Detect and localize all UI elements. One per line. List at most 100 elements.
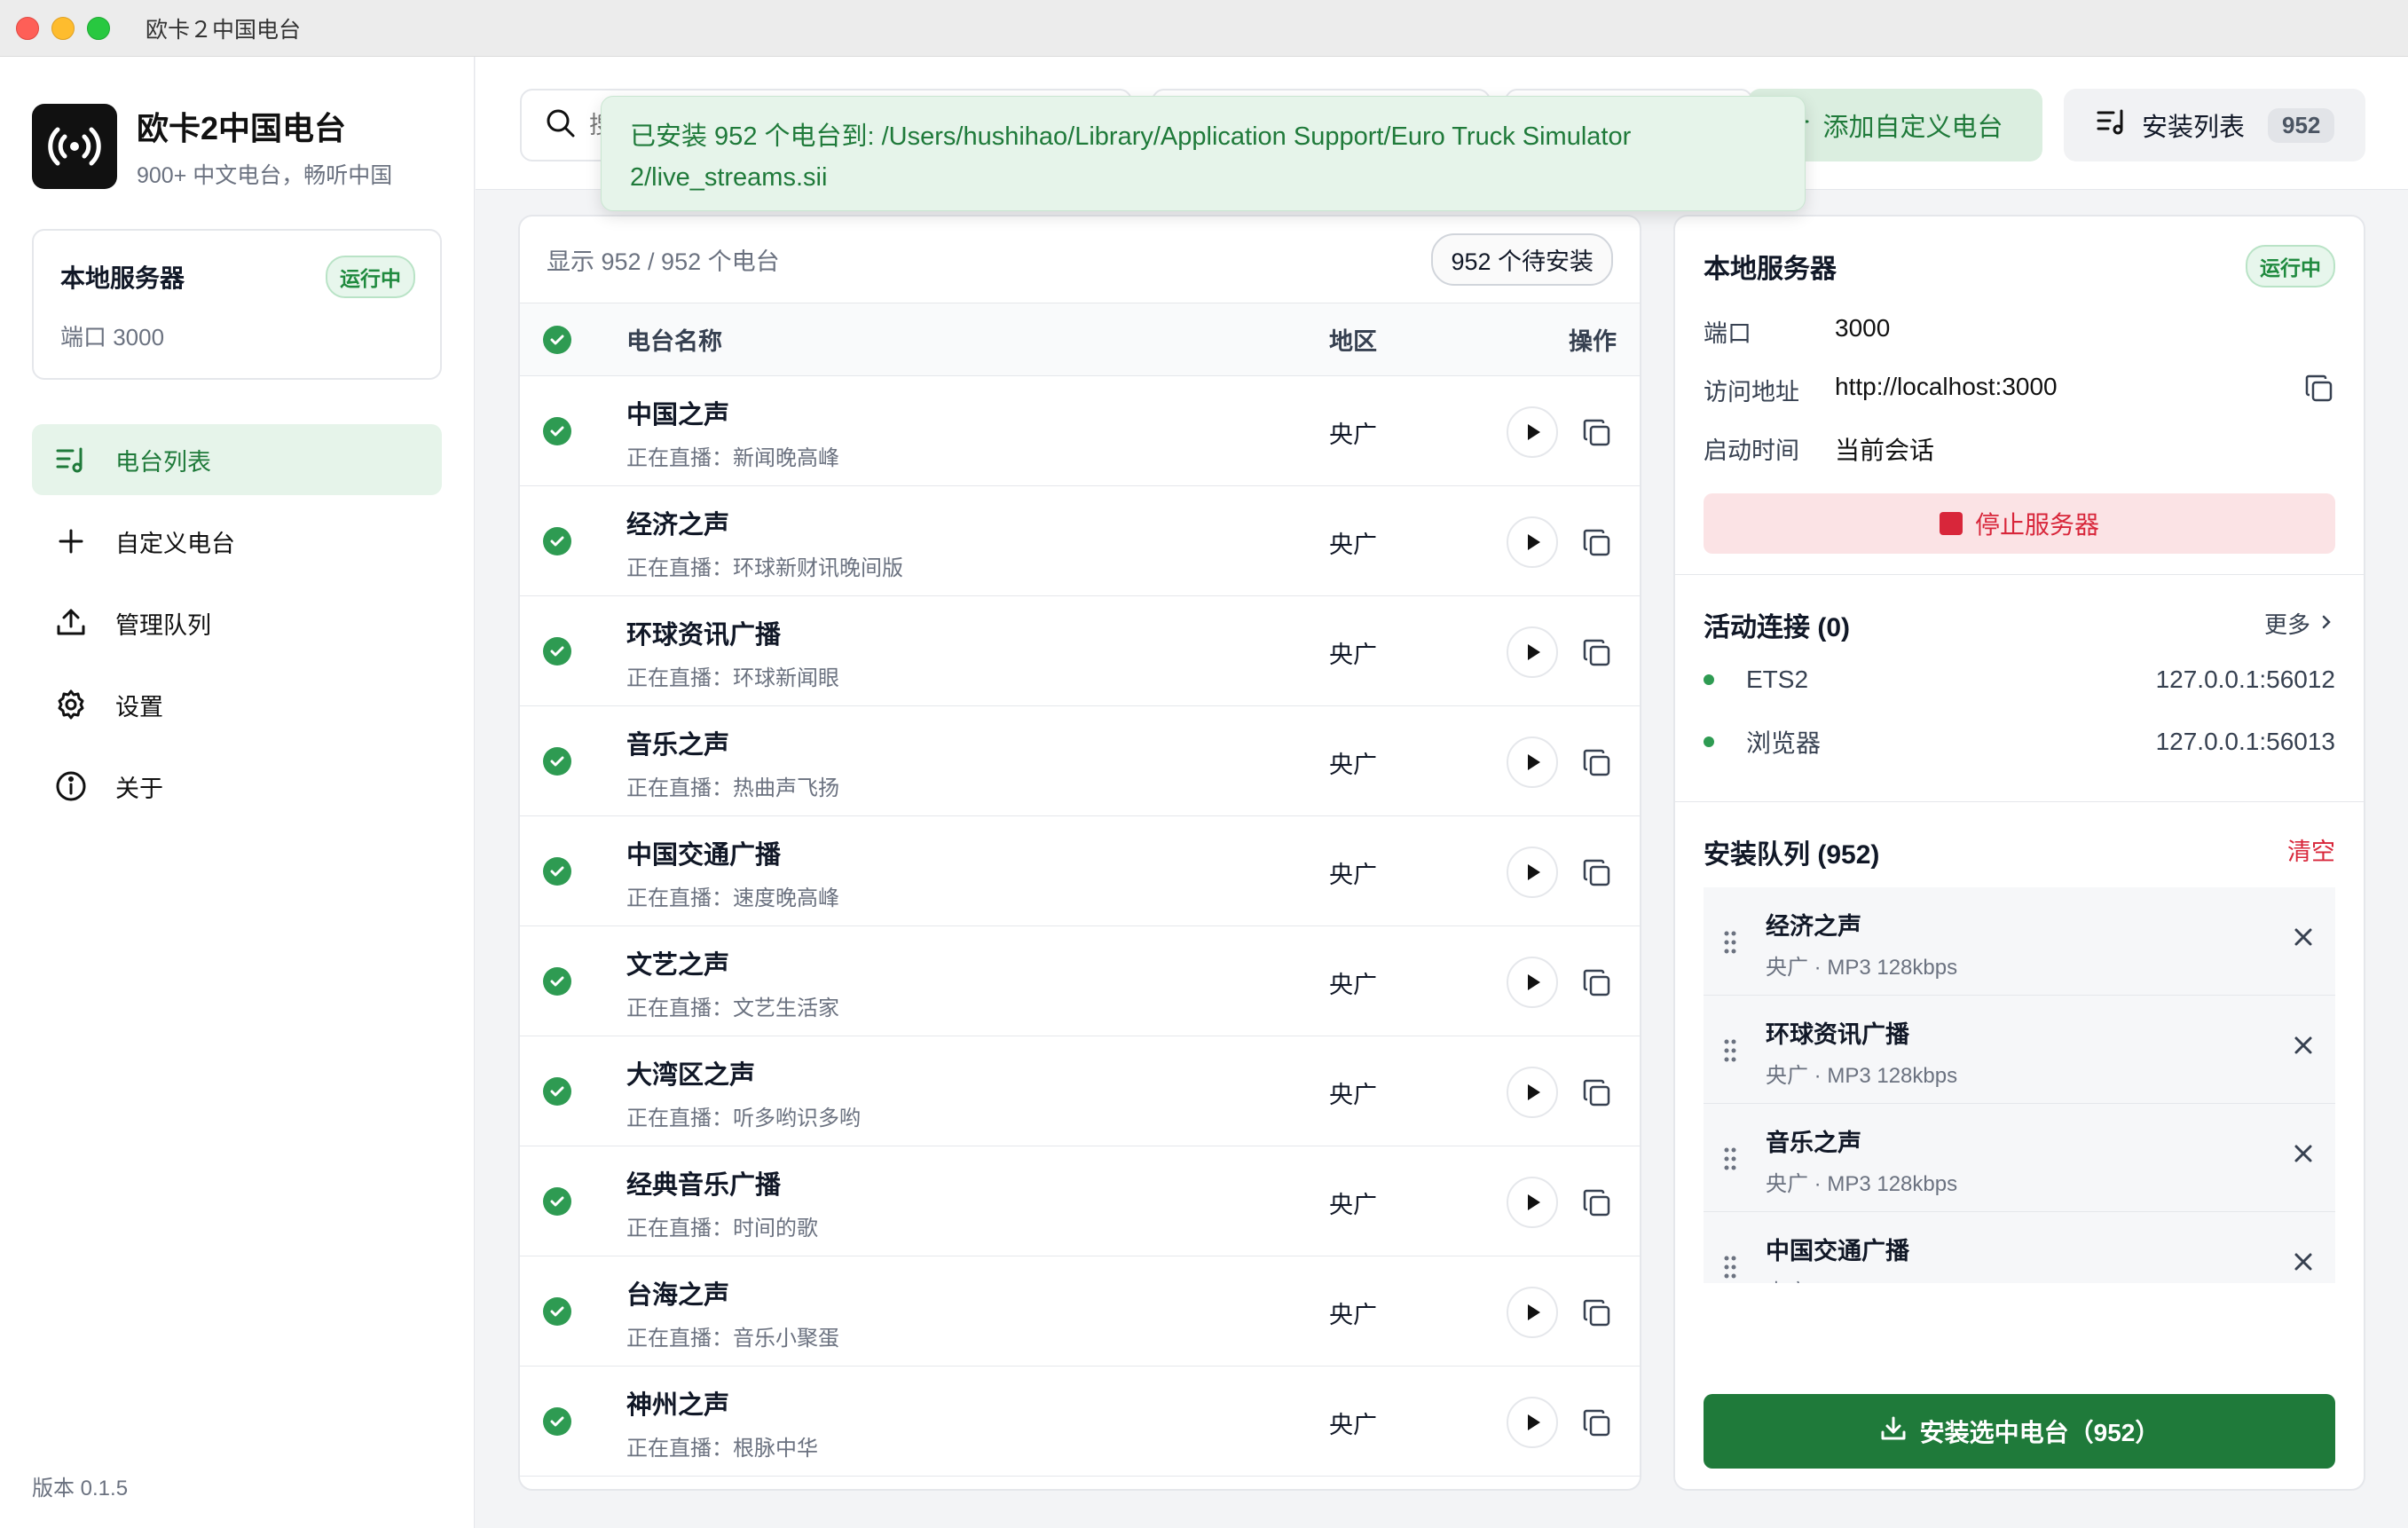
remove-icon[interactable]: [2291, 1249, 2316, 1279]
copy-icon[interactable]: [1581, 967, 1613, 999]
queue-item-meta: 央广 · MP3 128kbps: [1766, 1274, 1957, 1283]
chevron-right-icon: [2318, 610, 2335, 637]
sidebar-item-label: 自定义电台: [115, 530, 235, 557]
install-queue-panel: 安装队列 (952) 清空 经济之声 央广 · MP3 128kbps 环球资讯广播…: [1675, 802, 2364, 1489]
table-row[interactable]: 音乐之声 正在直播：热曲声飞扬 央广: [520, 706, 1640, 816]
row-checkbox[interactable]: [543, 967, 571, 996]
copy-icon[interactable]: [2303, 373, 2335, 409]
station-region: 央广: [1329, 972, 1377, 998]
row-checkbox[interactable]: [543, 1187, 571, 1216]
copy-icon[interactable]: [1581, 747, 1613, 779]
row-checkbox[interactable]: [543, 1407, 571, 1436]
copy-icon[interactable]: [1581, 1297, 1613, 1329]
play-button[interactable]: [1507, 1067, 1558, 1118]
stop-server-button[interactable]: 停止服务器: [1704, 493, 2335, 554]
drag-handle-icon[interactable]: [1723, 1255, 1737, 1283]
sidebar-item-station-list[interactable]: 电台列表: [32, 424, 442, 495]
station-region: 央广: [1329, 752, 1377, 778]
sidebar-item-about[interactable]: 关于: [32, 751, 442, 822]
row-checkbox[interactable]: [543, 1297, 571, 1326]
connection-item: ETS2 127.0.0.1:56012: [1704, 662, 2335, 697]
row-checkbox[interactable]: [543, 1077, 571, 1106]
now-playing: 正在直播：环球新财讯晚间版: [626, 556, 903, 580]
drag-handle-icon[interactable]: [1723, 930, 1737, 959]
copy-icon[interactable]: [1581, 1187, 1613, 1219]
station-region: 央广: [1329, 1192, 1377, 1218]
status-badge: 运行中: [2246, 245, 2335, 287]
now-playing: 正在直播：根脉中华: [626, 1437, 818, 1461]
table-row[interactable]: 文艺之声 正在直播：文艺生活家 央广: [520, 926, 1640, 1036]
play-icon: [1528, 1194, 1540, 1210]
row-checkbox[interactable]: [543, 527, 571, 555]
sidebar: 欧卡2中国电台 900+ 中文电台，畅听中国 本地服务器 运行中 端口 3000…: [0, 57, 475, 1528]
row-checkbox[interactable]: [543, 857, 571, 886]
row-checkbox[interactable]: [543, 417, 571, 445]
play-button[interactable]: [1507, 1177, 1558, 1228]
install-list-button[interactable]: 安装列表 952: [2064, 89, 2365, 161]
copy-icon[interactable]: [1581, 1407, 1613, 1439]
minimize-window-button[interactable]: [51, 16, 75, 40]
table-row[interactable]: 台海之声 正在直播：音乐小聚蛋 央广: [520, 1256, 1640, 1367]
copy-icon[interactable]: [1581, 857, 1613, 889]
queue-list[interactable]: 经济之声 央广 · MP3 128kbps 环球资讯广播 央广 · MP3 128kb…: [1704, 887, 2335, 1283]
play-button[interactable]: [1507, 957, 1558, 1008]
remove-icon[interactable]: [2291, 1141, 2316, 1170]
clear-queue-button[interactable]: 清空: [2287, 832, 2335, 867]
queue-item[interactable]: 经济之声 央广 · MP3 128kbps: [1704, 887, 2335, 996]
close-window-button[interactable]: [16, 16, 39, 40]
play-button[interactable]: [1507, 736, 1558, 788]
sidebar-item-custom-station[interactable]: 自定义电台: [32, 506, 442, 577]
sidebar-item-manage-queue[interactable]: 管理队列: [32, 587, 442, 658]
table-row[interactable]: 大湾区之声 正在直播：听多哟识多哟 央广: [520, 1036, 1640, 1146]
install-selected-button[interactable]: 安装选中电台（952）: [1704, 1394, 2335, 1469]
table-row[interactable]: 神州之声 正在直播：根脉中华 央广: [520, 1367, 1640, 1477]
remove-icon[interactable]: [2291, 1033, 2316, 1062]
column-header-ops: 操作: [1569, 328, 1617, 355]
remove-icon[interactable]: [2291, 925, 2316, 954]
copy-icon[interactable]: [1581, 527, 1613, 559]
pending-install-badge: 952 个待安装: [1431, 233, 1613, 286]
window-title: 欧卡２中国电台: [146, 17, 302, 43]
play-button[interactable]: [1507, 1397, 1558, 1448]
copy-icon[interactable]: [1581, 637, 1613, 669]
queue-item-name: 中国交通广播: [1766, 1238, 1909, 1264]
table-row[interactable]: 中国交通广播 正在直播：速度晚高峰 央广: [520, 816, 1640, 926]
connection-name: 浏览器: [1746, 729, 1822, 757]
row-checkbox[interactable]: [543, 747, 571, 776]
queue-item[interactable]: 中国交通广播央广 · MP3 128kbps: [1704, 1212, 2335, 1283]
station-region: 央广: [1329, 1412, 1377, 1438]
connections-title: 活动连接 (0): [1704, 613, 1850, 642]
column-header-name[interactable]: 电台名称: [626, 322, 722, 357]
table-row[interactable]: 经济之声 正在直播：环球新财讯晚间版 央广: [520, 486, 1640, 596]
play-button[interactable]: [1507, 406, 1558, 458]
play-button[interactable]: [1507, 847, 1558, 898]
more-connections-link[interactable]: 更多: [2264, 607, 2335, 640]
sidebar-item-label: 关于: [115, 775, 163, 802]
copy-icon[interactable]: [1581, 417, 1613, 449]
column-header-region[interactable]: 地区: [1329, 322, 1377, 357]
drag-handle-icon[interactable]: [1723, 1146, 1737, 1176]
play-button[interactable]: [1507, 1287, 1558, 1338]
drag-handle-icon[interactable]: [1723, 1038, 1737, 1067]
more-label: 更多: [2263, 611, 2310, 638]
queue-title: 安装队列 (952): [1704, 840, 1880, 870]
url-label: 访问地址: [1704, 379, 1799, 406]
play-button[interactable]: [1507, 516, 1558, 568]
start-time-value: 当前会话: [1835, 437, 1935, 464]
sidebar-item-settings[interactable]: 设置: [32, 669, 442, 740]
table-row[interactable]: 环球资讯广播 正在直播：环球新闻眼 央广: [520, 596, 1640, 706]
play-icon: [1528, 974, 1540, 990]
station-name: 台海之声: [626, 1281, 730, 1310]
queue-item[interactable]: 环球资讯广播 央广 · MP3 128kbps: [1704, 996, 2335, 1104]
station-name: 中国之声: [626, 401, 730, 429]
table-row[interactable]: 中国之声 正在直播：新闻晚高峰 央广: [520, 376, 1640, 486]
queue-item-meta: 央广 · MP3 128kbps: [1766, 956, 1958, 980]
row-checkbox[interactable]: [543, 637, 571, 666]
queue-item[interactable]: 音乐之声 央广 · MP3 128kbps: [1704, 1104, 2335, 1212]
zoom-window-button[interactable]: [87, 16, 110, 40]
copy-icon[interactable]: [1581, 1077, 1613, 1109]
table-row[interactable]: 经典音乐广播 正在直播：时间的歌 央广: [520, 1146, 1640, 1256]
select-all-checkbox[interactable]: [543, 325, 571, 354]
play-button[interactable]: [1507, 626, 1558, 678]
info-icon: [55, 770, 87, 802]
